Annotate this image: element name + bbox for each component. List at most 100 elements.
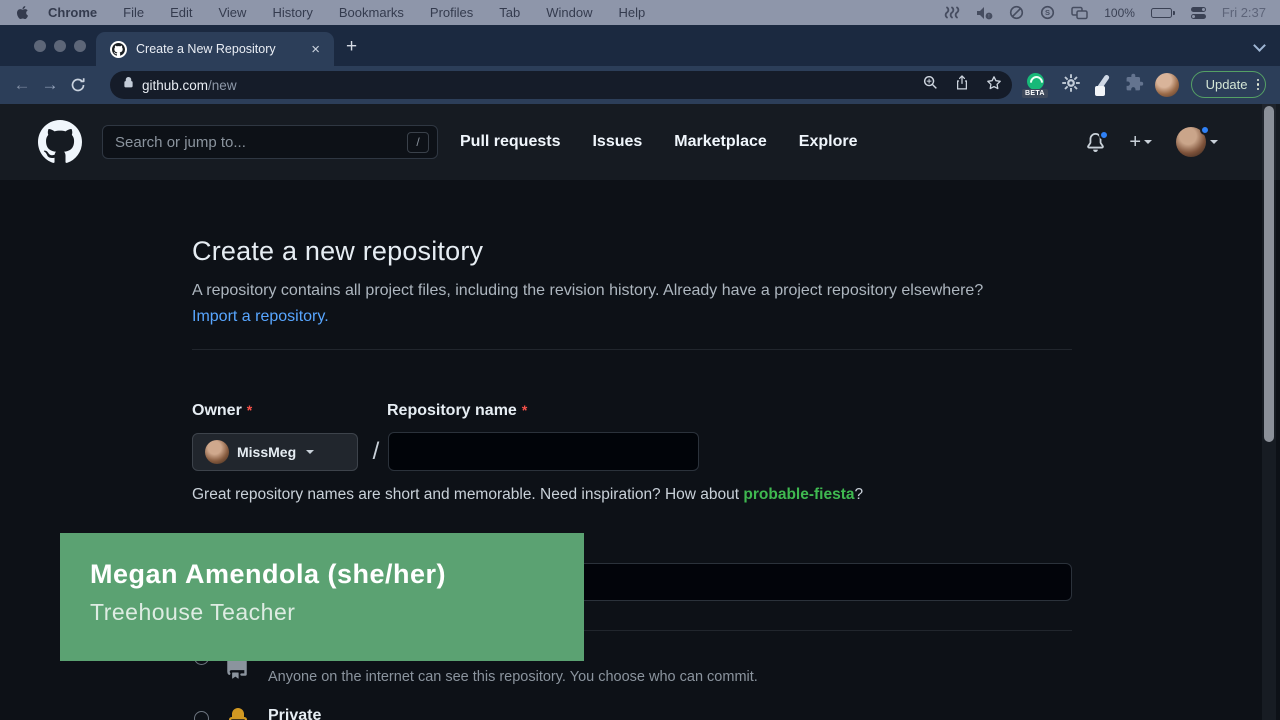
extensions-puzzle-icon[interactable] (1125, 73, 1144, 97)
tab-close-icon[interactable]: × (307, 40, 324, 59)
window-controls[interactable] (34, 40, 86, 52)
tab-search-chevron-icon[interactable] (1255, 41, 1264, 50)
menu-bar-clock[interactable]: Fri 2:37 (1222, 5, 1266, 20)
plus-icon: + (1129, 131, 1141, 154)
do-not-disturb-icon[interactable] (1009, 5, 1024, 20)
sound-status-icon[interactable]: ! (976, 6, 993, 20)
minimize-window-button[interactable] (54, 40, 66, 52)
import-repository-link[interactable]: Import a repository. (192, 308, 329, 325)
nav-pull-requests[interactable]: Pull requests (460, 133, 560, 151)
owner-select-button[interactable]: MissMeg (192, 433, 358, 471)
menu-item-profiles[interactable]: Profiles (417, 5, 486, 20)
owner-name: MissMeg (237, 444, 296, 460)
menu-item-file[interactable]: File (110, 5, 157, 20)
address-bar[interactable]: github.com/new (110, 71, 1012, 99)
github-nav: Pull requests Issues Marketplace Explore (460, 133, 857, 151)
new-tab-button[interactable]: + (346, 37, 357, 56)
slash-key-hint: / (407, 132, 429, 153)
menu-item-edit[interactable]: Edit (157, 5, 205, 20)
beta-extension-icon[interactable]: BETA (1022, 72, 1050, 98)
svg-text:S: S (1045, 8, 1050, 17)
bookmark-star-icon[interactable] (986, 75, 1002, 96)
wave-status-icon[interactable] (944, 6, 960, 20)
github-favicon (110, 41, 127, 58)
browser-tab[interactable]: Create a New Repository × (96, 32, 334, 66)
close-window-button[interactable] (34, 40, 46, 52)
public-option-description: Anyone on the internet can see this repo… (268, 669, 758, 685)
github-search-box[interactable]: / (102, 125, 438, 159)
search-input[interactable] (115, 134, 407, 151)
required-asterisk: * (247, 402, 252, 418)
chrome-toolbar: ← → github.com/new BETA (0, 66, 1280, 104)
nav-explore[interactable]: Explore (799, 133, 858, 151)
page-scrollbar[interactable] (1262, 104, 1276, 720)
gear-extension-icon[interactable] (1061, 73, 1081, 98)
page-title: Create a new repository (192, 236, 483, 267)
menu-item-tab[interactable]: Tab (486, 5, 533, 20)
notification-dot (1099, 130, 1109, 140)
update-button[interactable]: Update (1191, 71, 1266, 98)
hint-text: Great repository names are short and mem… (192, 486, 743, 503)
site-lock-icon[interactable] (123, 76, 134, 94)
chrome-tab-strip: Create a New Repository × + (0, 25, 1280, 66)
menu-item-history[interactable]: History (259, 5, 325, 20)
forward-button[interactable]: → (36, 75, 64, 95)
reload-button[interactable] (64, 77, 92, 93)
repository-name-label: Repository name* (387, 402, 527, 420)
chevron-down-icon (1210, 140, 1218, 144)
github-header: / Pull requests Issues Marketplace Explo… (0, 104, 1280, 180)
presenter-lower-third: Megan Amendola (she/her) Treehouse Teach… (60, 533, 584, 661)
avatar-notification-dot (1200, 125, 1210, 135)
private-radio[interactable] (194, 711, 209, 720)
scrollbar-thumb[interactable] (1264, 106, 1274, 442)
apple-menu-icon[interactable] (0, 5, 35, 20)
displays-icon[interactable] (1071, 6, 1088, 20)
control-center-icon[interactable] (1191, 7, 1206, 19)
menu-item-window[interactable]: Window (533, 5, 605, 20)
url-path: /new (208, 78, 237, 93)
owner-label: Owner* (192, 402, 252, 420)
github-logo-icon[interactable] (38, 120, 82, 164)
browser-menu-icon[interactable] (1257, 79, 1260, 91)
nav-marketplace[interactable]: Marketplace (674, 133, 767, 151)
macos-menu-bar: Chrome File Edit View History Bookmarks … (0, 0, 1280, 25)
chevron-down-icon (306, 450, 314, 454)
battery-percent-label: 100% (1104, 6, 1135, 20)
private-option-label[interactable]: Private (268, 707, 321, 720)
notifications-bell-icon[interactable] (1086, 133, 1105, 152)
owner-avatar (205, 440, 229, 464)
url-host: github.com (142, 78, 208, 93)
required-asterisk: * (522, 402, 527, 418)
pen-extension-icon[interactable] (1092, 73, 1114, 97)
owner-repo-separator: / (365, 433, 387, 471)
back-button[interactable]: ← (8, 75, 36, 95)
menu-item-help[interactable]: Help (606, 5, 659, 20)
battery-icon (1151, 8, 1175, 18)
nav-issues[interactable]: Issues (592, 133, 642, 151)
tab-title: Create a New Repository (136, 42, 307, 56)
user-menu[interactable] (1176, 127, 1218, 157)
beta-badge: BETA (1022, 89, 1048, 98)
sync-status-icon[interactable]: S (1040, 5, 1055, 20)
presenter-role: Treehouse Teacher (90, 599, 584, 626)
menu-item-chrome[interactable]: Chrome (35, 5, 110, 20)
zoom-icon[interactable] (923, 75, 938, 95)
share-icon[interactable] (955, 75, 969, 95)
hint-question-mark: ? (855, 486, 864, 503)
lock-icon (226, 708, 250, 720)
repo-name-hint: Great repository names are short and mem… (192, 486, 863, 504)
update-label: Update (1206, 77, 1248, 92)
repository-name-input[interactable] (388, 432, 699, 471)
svg-text:!: ! (989, 14, 990, 20)
chevron-down-icon (1144, 140, 1152, 144)
presenter-name: Megan Amendola (she/her) (90, 559, 584, 590)
create-new-dropdown[interactable]: + (1129, 131, 1152, 154)
menu-item-bookmarks[interactable]: Bookmarks (326, 5, 417, 20)
menu-item-view[interactable]: View (205, 5, 259, 20)
divider (192, 349, 1072, 350)
intro-text: A repository contains all project files,… (192, 282, 983, 299)
zoom-window-button[interactable] (74, 40, 86, 52)
browser-profile-avatar[interactable] (1155, 73, 1179, 97)
suggested-repo-name[interactable]: probable-fiesta (743, 486, 854, 503)
page-intro: A repository contains all project files,… (192, 278, 1016, 330)
